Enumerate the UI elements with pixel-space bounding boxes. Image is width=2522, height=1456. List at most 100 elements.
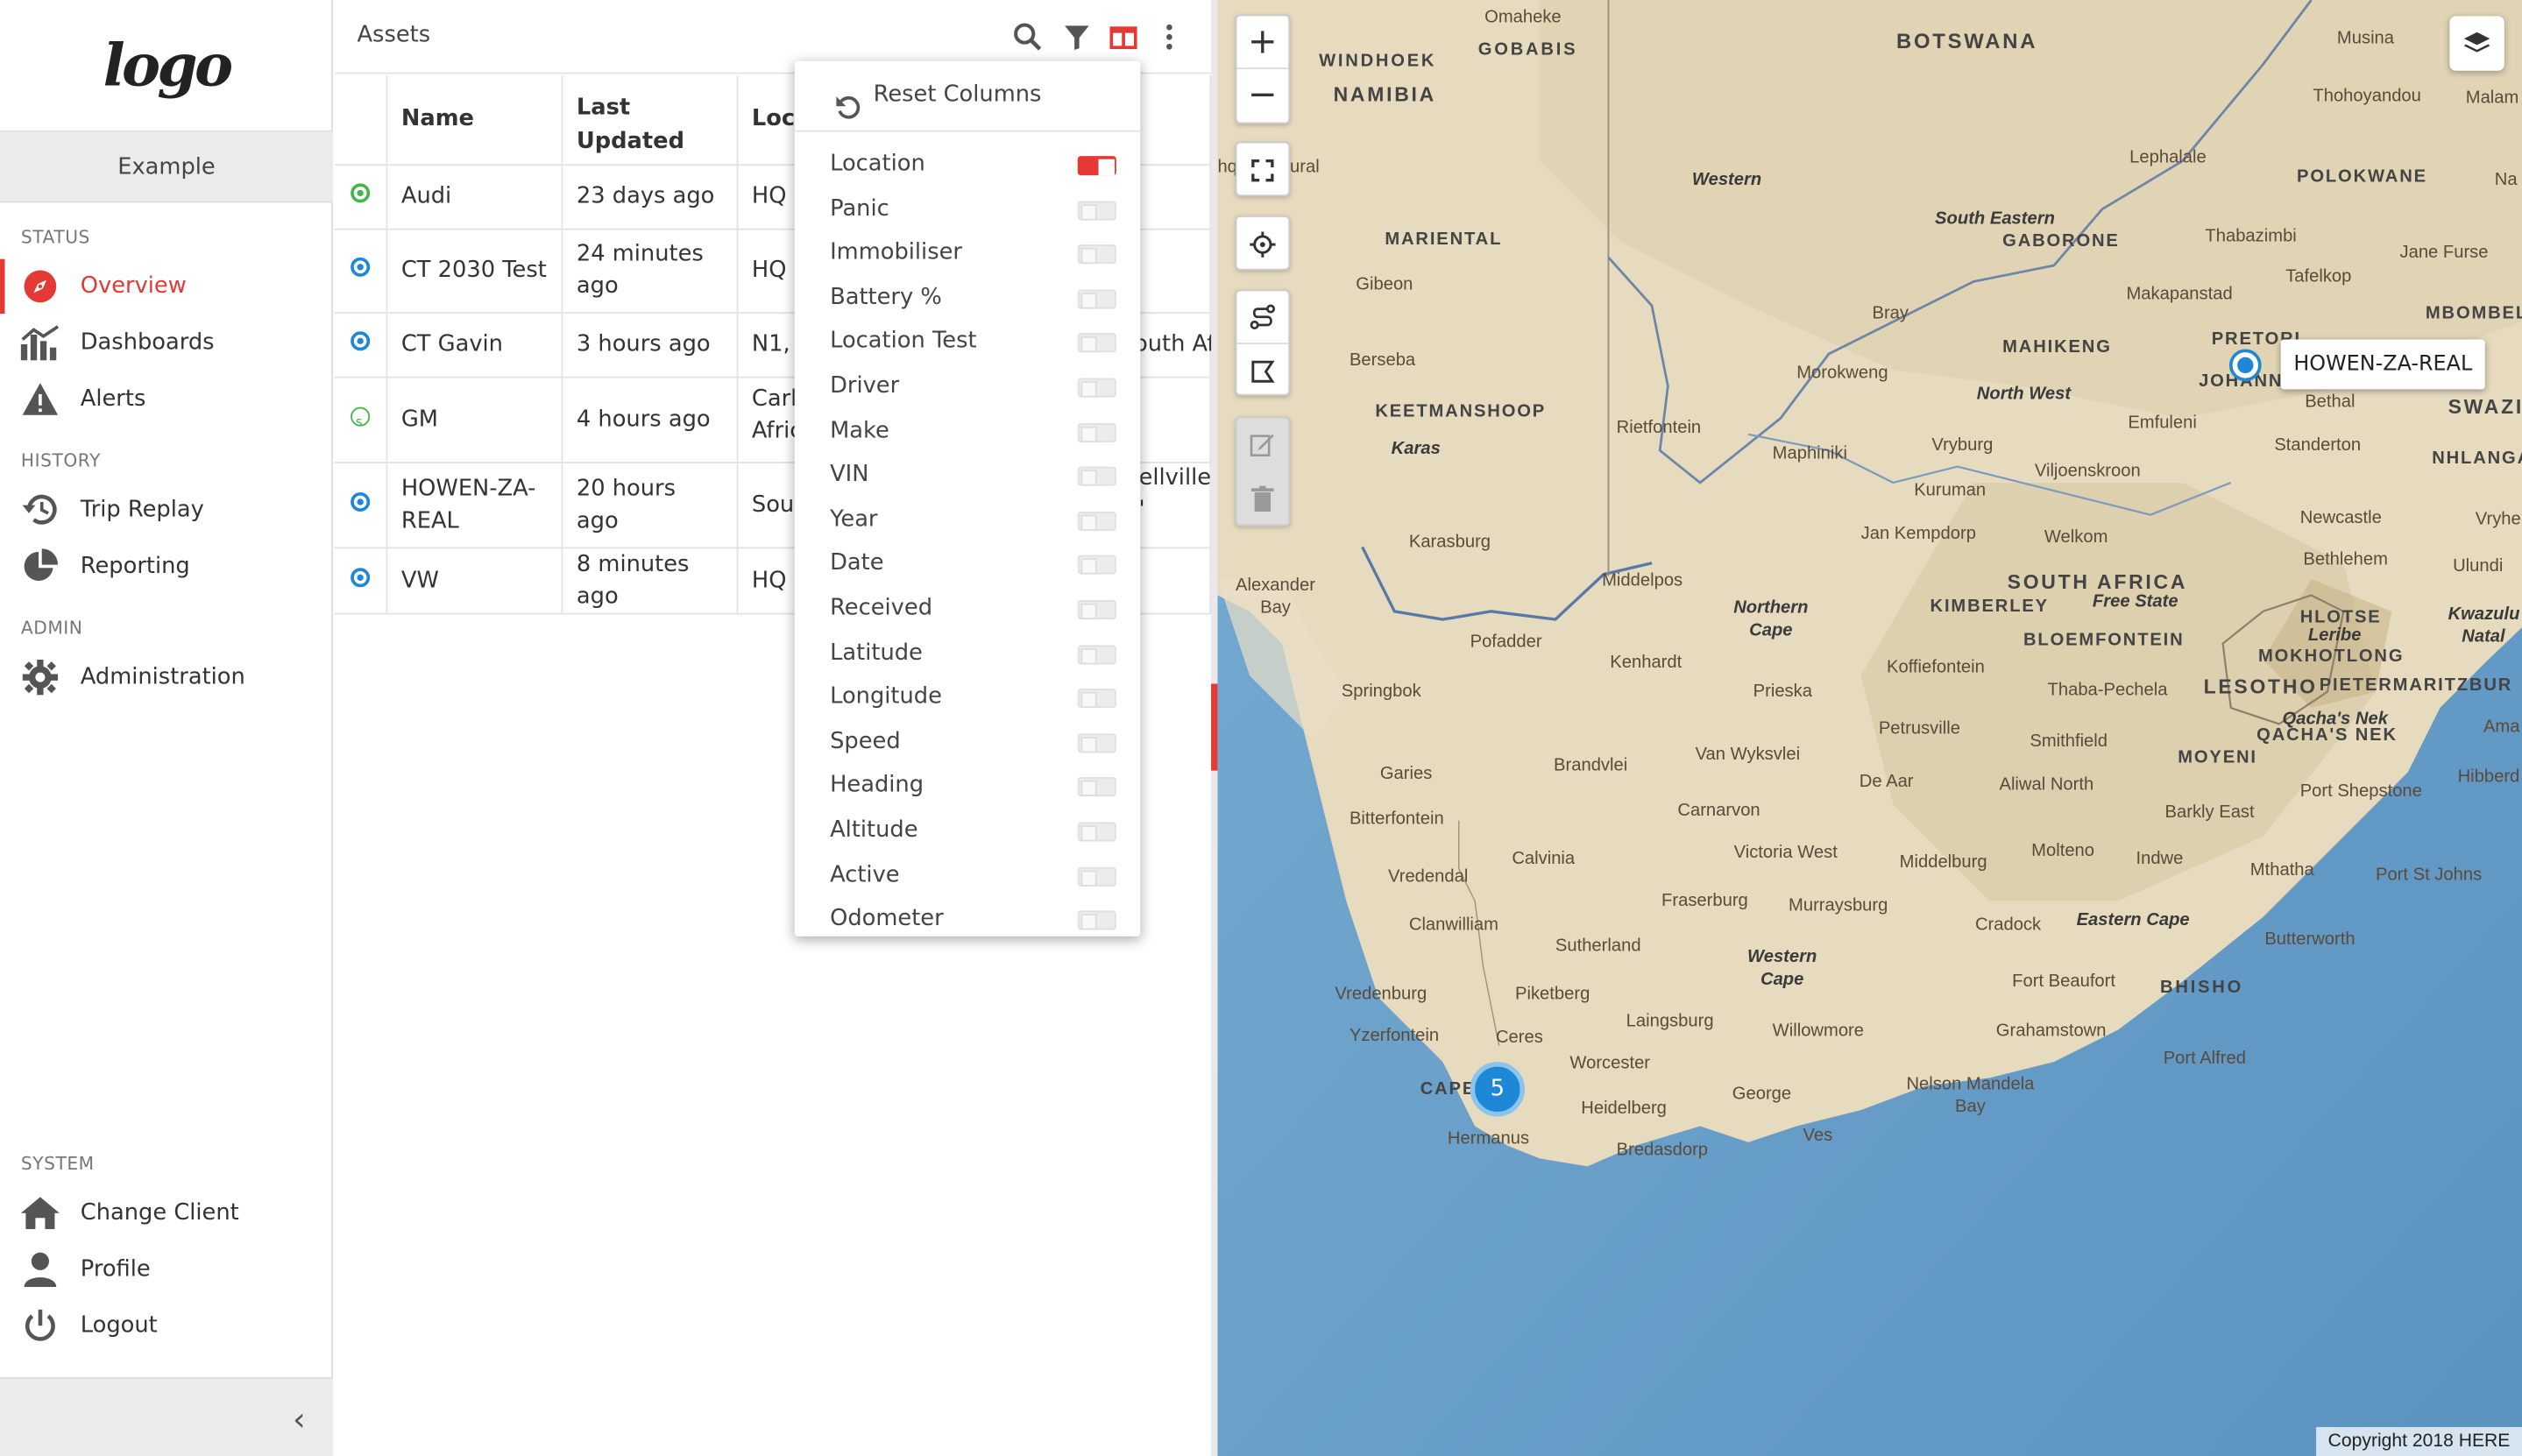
column-toggle-switch[interactable] [1077, 599, 1116, 619]
column-option[interactable]: Location Test [795, 322, 1141, 367]
column-option[interactable]: Date [795, 544, 1141, 589]
sidebar-collapse-bar[interactable]: ‹ [0, 1377, 333, 1456]
column-toggle-switch[interactable] [1077, 732, 1116, 753]
column-option[interactable]: Driver [795, 367, 1141, 412]
column-option[interactable]: Speed [795, 722, 1141, 767]
zoom-in-button[interactable]: + [1236, 16, 1289, 69]
column-toggle-switch[interactable] [1077, 555, 1116, 576]
draw-polygon-button[interactable] [1236, 344, 1288, 398]
column-option[interactable]: Panic [795, 189, 1141, 234]
column-option[interactable]: Longitude [795, 677, 1141, 722]
column-option[interactable]: Odometer [795, 900, 1141, 937]
column-option[interactable]: VIN [795, 456, 1141, 500]
column-option[interactable]: Battery % [795, 278, 1141, 322]
map-label: Carnarvon [1677, 801, 1760, 821]
map-label: Van Wyksvlei [1695, 745, 1801, 765]
sidebar-item-dashboards[interactable]: Dashboards [0, 315, 333, 370]
resize-grip[interactable] [1211, 683, 1218, 771]
column-option-label: Immobiliser [830, 239, 962, 266]
column-option[interactable]: Active [795, 855, 1141, 900]
sidebar-item-profile[interactable]: Profile [0, 1242, 333, 1297]
column-toggle-switch[interactable] [1077, 822, 1116, 842]
sidebar-item-trip-replay[interactable]: Trip Replay [0, 483, 333, 537]
column-option-label: Battery % [830, 284, 942, 311]
map-label: Middelpos [1602, 570, 1683, 590]
column-toggle-switch[interactable] [1077, 910, 1116, 930]
edit-layer-button[interactable] [1236, 418, 1289, 472]
column-header-name[interactable]: Name [387, 75, 564, 166]
map-label: Viljoenskroon [2034, 462, 2141, 482]
app-root: logo Example STATUS Overview Dashboards … [0, 0, 2522, 1456]
zoom-controls: + − [1235, 14, 1291, 124]
column-option[interactable]: Immobiliser [795, 234, 1141, 279]
undo-icon [835, 82, 861, 129]
column-option-label: Heading [830, 773, 924, 799]
status-stationary-icon [351, 406, 371, 438]
column-toggle-switch[interactable] [1077, 333, 1116, 353]
column-toggle-switch[interactable] [1077, 378, 1116, 398]
column-option[interactable]: Received [795, 589, 1141, 633]
column-option[interactable]: Heading [795, 767, 1141, 811]
map-label: QACHA'S NEK [2256, 725, 2398, 746]
column-toggle-switch[interactable] [1077, 466, 1116, 486]
locate-button[interactable] [1236, 217, 1288, 271]
section-heading-admin: ADMIN [20, 618, 83, 640]
reset-columns-button[interactable]: Reset Columns [794, 61, 1141, 132]
chevron-left-icon[interactable]: ‹ [293, 1400, 306, 1438]
column-option[interactable]: Year [795, 500, 1141, 545]
asset-name: HOWEN-ZA-REAL [387, 462, 564, 548]
asset-name: GM [387, 376, 564, 463]
sidebar-item-logout[interactable]: Logout [0, 1298, 333, 1353]
map-label: Bray [1872, 304, 1909, 324]
status-active-icon [351, 257, 371, 277]
client-name[interactable]: Example [0, 131, 333, 203]
filter-icon[interactable] [1059, 19, 1094, 54]
zoom-out-button[interactable]: − [1236, 69, 1288, 123]
map-label: Western [1691, 170, 1762, 190]
column-option[interactable]: Latitude [795, 633, 1141, 678]
column-toggle-switch[interactable] [1077, 289, 1116, 309]
column-header-last-updated[interactable]: Last Updated [563, 75, 740, 166]
column-toggle-switch[interactable] [1077, 689, 1116, 709]
map-label: South Eastern [1935, 209, 2055, 229]
map-label: Jane Furse [2399, 243, 2489, 263]
column-toggle-switch[interactable] [1077, 244, 1116, 265]
vehicle-marker[interactable] [2228, 349, 2262, 382]
delete-layer-button[interactable] [1236, 471, 1288, 525]
column-toggle-switch[interactable] [1077, 156, 1116, 176]
map-view[interactable]: Omaheke WINDHOEK GOBABIS NAMIBIA BOTSWAN… [1217, 0, 2522, 1456]
columns-icon[interactable] [1105, 19, 1140, 54]
column-toggle-switch[interactable] [1077, 777, 1116, 797]
column-toggle-switch[interactable] [1077, 200, 1116, 220]
column-option[interactable]: Location [795, 145, 1141, 189]
column-toggle-switch[interactable] [1077, 866, 1116, 886]
column-option[interactable]: Altitude [795, 810, 1141, 855]
draw-route-button[interactable] [1236, 291, 1289, 345]
map-label: MBOMBEL [2425, 304, 2522, 324]
panel-resize-handle[interactable] [1211, 0, 1218, 1456]
sidebar-item-change-client[interactable]: Change Client [0, 1185, 333, 1240]
sidebar-item-alerts[interactable]: Alerts [0, 371, 333, 426]
search-icon[interactable] [1010, 19, 1045, 54]
power-icon [19, 1306, 61, 1345]
bar-chart-icon [19, 323, 61, 362]
fullscreen-button[interactable] [1236, 143, 1288, 196]
status-active-icon [351, 491, 371, 512]
column-option[interactable]: Make [795, 411, 1141, 456]
map-label: Jan Kempdorp [1860, 524, 1976, 544]
sidebar-item-reporting[interactable]: Reporting [0, 539, 333, 593]
column-toggle-switch[interactable] [1077, 422, 1116, 442]
column-toggle-switch[interactable] [1077, 644, 1116, 664]
map-label: Gibeon [1356, 275, 1413, 295]
map-label: Vryhe [2475, 510, 2521, 530]
sidebar-item-label: Logout [80, 1312, 158, 1339]
more-vert-icon[interactable] [1151, 19, 1187, 54]
map-cluster-marker[interactable]: 5 [1470, 1062, 1526, 1117]
sidebar-item-administration[interactable]: Administration [0, 650, 333, 704]
sidebar-item-overview[interactable]: Overview [0, 258, 333, 315]
layers-button[interactable] [2449, 16, 2504, 71]
map-label: Springbok [1341, 682, 1421, 702]
map-label: Brandvlei [1554, 756, 1628, 776]
map-label: Ceres [1495, 1028, 1543, 1048]
column-toggle-switch[interactable] [1077, 511, 1116, 531]
